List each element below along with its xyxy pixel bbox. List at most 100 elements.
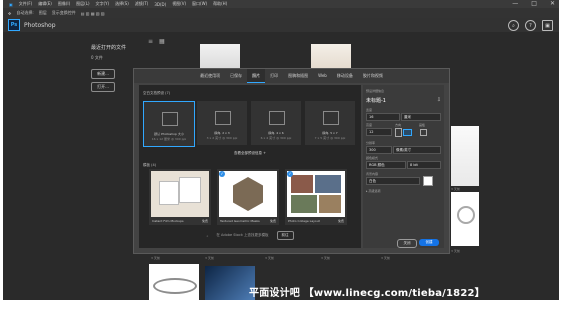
menu-item-image[interactable]: 图像(I) [58,1,70,7]
resolution-unit-select[interactable]: 像素/英寸 [393,146,441,154]
template-card[interactable]: ✓ Photo Collage Layout 免费 [285,169,347,225]
recent-files-count: 0 文件 [91,55,103,60]
menu-item-view[interactable]: 视图(V) [172,1,186,7]
tab-mobile[interactable]: 移动设备 [332,69,358,83]
menu-item-filter[interactable]: 滤镜(T) [135,1,149,7]
width-label: 宽度 [366,108,373,112]
bit-depth-select[interactable]: 8 bit [407,161,441,169]
thumb-caption: 3 天前 [205,256,214,260]
artboard-label: 画板 [419,123,426,127]
create-button[interactable]: 创建 [419,239,439,246]
header-actions: ⌕ ? ▣ [508,20,553,31]
width-unit-select[interactable]: 厘米 [401,113,441,121]
height-field[interactable]: 12 [366,128,392,136]
preset-size: 7 x 5 英寸 @ 300 ppi [314,136,346,140]
align-icons[interactable]: ▤ ▥ ▦ ▧ ▨ [81,11,105,16]
menu-item-layer[interactable]: 图层(L) [76,1,89,7]
show-transform-checkbox[interactable]: 显示变换控件 [52,10,76,16]
move-tool-icon[interactable]: ✥ [8,11,11,16]
image-placeholder-icon [215,111,231,125]
auto-select-label[interactable]: 自动选择: [16,10,33,16]
artboard-checkbox[interactable] [420,129,427,136]
tab-film-video[interactable]: 胶片和视频 [358,69,388,83]
template-card[interactable]: ✓ Textured Geometric Masks 免费 [217,169,279,225]
menu-item-3d[interactable]: 3D(D) [154,2,166,7]
template-thumbnail [151,171,209,217]
preset-card[interactable]: 横向, 4 x 6 6 x 4 英寸 @ 300 ppi [251,101,301,145]
minimize-button[interactable]: — [512,0,518,8]
resolution-field[interactable]: 300 [366,146,392,154]
view-all-presets-link[interactable]: 查看全部预设信息 + [139,151,361,156]
tab-web[interactable]: Web [313,69,332,83]
layer-select[interactable]: 图层 [39,10,47,16]
new-button[interactable]: 新建... [91,69,115,79]
template-name: Textured Geometric Masks [220,219,260,223]
preset-name: 默认 Photoshop 大小 [154,132,184,136]
list-view-icon[interactable]: ≡ [148,38,153,45]
dialog-tabs: 最近使用项 已保存 照片 打印 图稿和插图 Web 移动设备 胶片和视频 [134,69,449,83]
save-preset-icon[interactable]: ⇩ [437,97,441,103]
close-button[interactable]: 关闭 [397,239,417,248]
color-mode-select[interactable]: RGB 颜色 [366,161,406,169]
collage-photo [315,175,341,193]
document-name[interactable]: 未标题-1 [366,97,386,104]
polaroid-image [159,181,179,205]
open-button[interactable]: 打开... [91,82,115,92]
view-toggle: ≡ ▦ [148,38,165,45]
preset-details-panel: 预设详细信息 未标题-1 ⇩ 宽度 16 厘米 高度 方向 画板 12 分辨率 … [363,85,444,248]
details-title: 预设详细信息 [366,89,385,93]
template-label: Textured Geometric Masks 免费 [220,219,276,223]
menu-item-select[interactable]: 选择(S) [115,1,129,7]
dialog-main-area: 空白文档预设 (7) 默认 Photoshop 大小 16 x 12 厘米 @ … [139,85,361,248]
preset-card[interactable]: 默认 Photoshop 大小 16 x 12 厘米 @ 300 ppi [143,101,195,147]
maximize-button[interactable]: □ [531,0,537,8]
width-field[interactable]: 16 [366,113,400,121]
resolution-label: 分辨率 [366,141,376,145]
preset-card[interactable]: 横向, 2 x 3 3 x 2 英寸 @ 300 ppi [197,101,247,145]
tab-recent[interactable]: 最近使用项 [195,69,225,83]
recent-thumb[interactable] [200,44,240,68]
app-name: Photoshop [24,21,56,29]
menu-item-file[interactable]: 文件(F) [19,1,32,7]
tab-photo[interactable]: 照片 [247,69,266,83]
search-icon[interactable]: ⌕ [508,20,519,31]
go-button[interactable]: 前往 [276,231,294,240]
tab-art-illustration[interactable]: 图稿和插图 [283,69,313,83]
recent-thumb[interactable] [451,126,479,186]
recent-thumb[interactable] [205,266,255,300]
preset-name: 横向, 5 x 7 [322,131,338,135]
advanced-options-toggle[interactable]: ▸ 高级选项 [366,189,380,193]
recent-thumb[interactable] [149,264,199,300]
tab-print[interactable]: 打印 [265,69,283,83]
background-swatch[interactable] [423,176,433,186]
background-select[interactable]: 白色 [366,177,420,185]
collage-photo [291,175,313,193]
recent-thumb[interactable] [451,192,479,246]
account-icon[interactable]: ▣ [542,20,553,31]
preset-card[interactable]: 横向, 5 x 7 7 x 5 英寸 @ 300 ppi [305,101,355,145]
menu-item-edit[interactable]: 编辑(E) [38,1,52,7]
portrait-icon[interactable] [395,128,402,137]
help-icon[interactable]: ? [525,20,536,31]
thumb-caption: 3 天前 [321,256,330,260]
stock-search-row: ⌕ 在 Adobe Stock 上查找更多模板 前往 [139,231,361,240]
template-card[interactable]: Instant Film Mockups 免费 [149,169,211,225]
collage-photo [319,195,341,213]
landscape-icon[interactable] [403,129,412,136]
template-badge: 免费 [201,219,208,223]
close-window-button[interactable]: ✕ [550,0,555,8]
collage-photo [291,195,317,213]
menu-item-help[interactable]: 帮助(H) [213,1,227,7]
recent-thumb[interactable] [311,44,351,68]
stock-search-input[interactable]: 在 Adobe Stock 上查找更多模板 [216,233,268,238]
menu-item-type[interactable]: 文字(Y) [96,1,110,7]
home-sidebar: 最近打开的文件 0 文件 新建... 打开... [91,44,126,92]
home-header: Ps Photoshop ⌕ ? ▣ [3,18,559,32]
photoshop-window: ▣ 文件(F) 编辑(E) 图像(I) 图层(L) 文字(Y) 选择(S) 滤镜… [3,0,559,300]
presets-title: 空白文档预设 (7) [143,91,171,95]
template-label: Photo Collage Layout 免费 [288,219,344,223]
template-badge: 免费 [337,219,344,223]
menu-item-window[interactable]: 窗口(W) [192,1,207,7]
grid-view-icon[interactable]: ▦ [159,38,165,45]
tab-saved[interactable]: 已保存 [225,69,247,83]
